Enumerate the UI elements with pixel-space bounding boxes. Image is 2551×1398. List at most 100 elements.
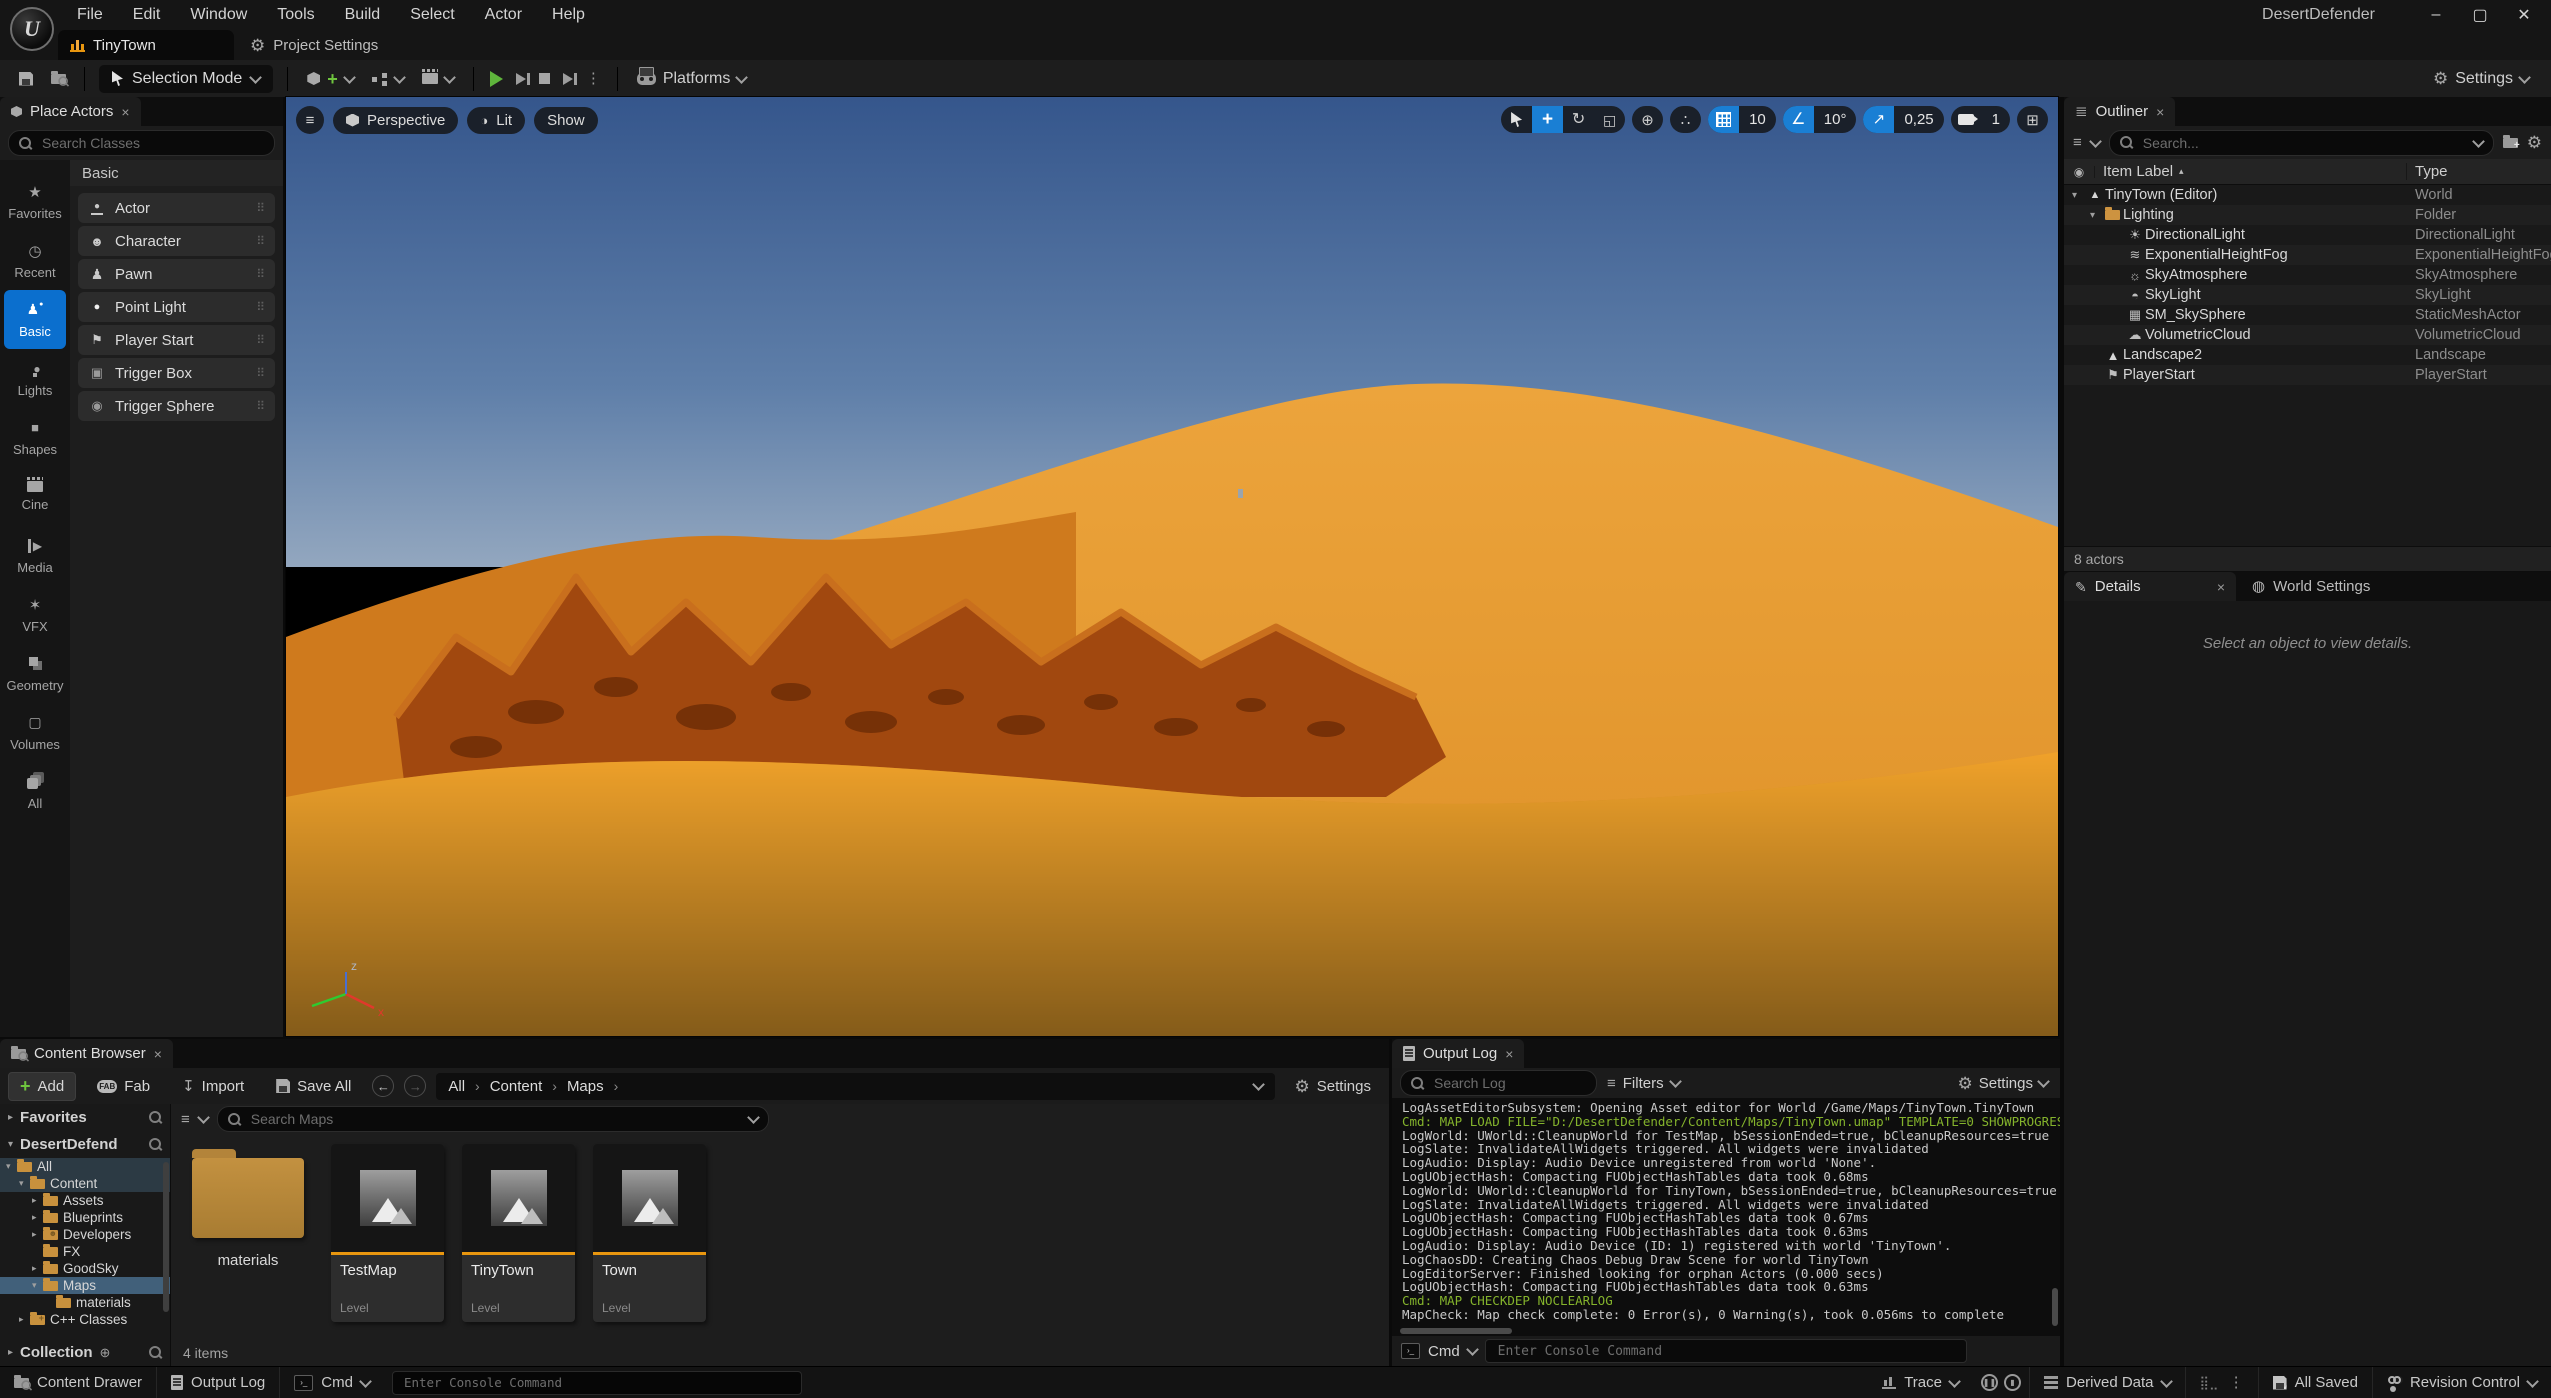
blueprints-dropdown[interactable] (363, 65, 413, 93)
chevron-down-icon[interactable] (2089, 135, 2102, 148)
placeable-actor-item[interactable]: Trigger Sphere ⠿ (78, 391, 275, 421)
search-classes-field[interactable] (40, 134, 264, 152)
vertical-scrollbar[interactable] (2052, 1288, 2058, 1326)
menu-item[interactable]: Help (537, 0, 600, 30)
search-icon[interactable] (149, 1111, 162, 1124)
outliner-search-input[interactable] (2109, 130, 2494, 156)
search-log-input[interactable] (1400, 1070, 1597, 1096)
platforms-dropdown[interactable]: Platforms (628, 65, 756, 93)
close-icon[interactable]: × (154, 1047, 162, 1061)
add-actor-dropdown[interactable]: + (298, 65, 363, 93)
menu-item[interactable]: Build (330, 0, 396, 30)
details-tab[interactable]: ✎ Details × (2064, 572, 2236, 601)
trace-pause-icon[interactable]: ❚❚ (1981, 1374, 1998, 1391)
stop-button[interactable] (539, 73, 550, 84)
show-dropdown[interactable]: Show (534, 107, 598, 134)
grid-snap-value[interactable]: 10 (1739, 106, 1776, 133)
folder-tree-item[interactable]: FX (0, 1243, 170, 1260)
output-log-button[interactable]: Output Log (157, 1367, 279, 1398)
outliner-search-field[interactable] (2141, 134, 2466, 152)
close-button[interactable]: ✕ (2507, 2, 2541, 28)
folder-tree-item[interactable]: Content (0, 1175, 170, 1192)
folder-tree-item[interactable]: C++ Classes (0, 1311, 170, 1328)
category-item[interactable]: Media (4, 526, 66, 585)
save-all-button[interactable]: Save All (265, 1073, 362, 1100)
import-button[interactable]: ↧ Import (171, 1073, 255, 1100)
back-icon[interactable]: ← (372, 1075, 394, 1097)
maximize-button[interactable]: ▢ (2463, 2, 2497, 28)
breadcrumb-label[interactable]: All (448, 1078, 465, 1095)
outliner-row[interactable]: SM_SkySphere StaticMeshActor (2064, 305, 2551, 325)
more-options-icon[interactable]: ⋮ (2229, 1375, 2244, 1390)
folder-tree-item[interactable]: Maps (0, 1277, 170, 1294)
menu-item[interactable]: Edit (118, 0, 176, 30)
search-classes-input[interactable] (8, 130, 275, 156)
placeable-actor-item[interactable]: Pawn ⠿ (78, 259, 275, 289)
TinyTown[interactable]: TinyTown TinyTown Level (462, 1144, 575, 1322)
fab-button[interactable]: FAB Fab (86, 1073, 161, 1100)
add-collection-icon[interactable]: ⊕ (100, 1345, 111, 1361)
minimize-button[interactable]: – (2419, 2, 2453, 28)
soft-selection-button[interactable]: ∴ (1670, 106, 1701, 133)
expander-icon[interactable] (32, 1229, 43, 1240)
expander-icon[interactable] (2090, 210, 2103, 221)
outliner-row[interactable]: SkyAtmosphere SkyAtmosphere (2064, 265, 2551, 285)
category-item[interactable]: Basic (4, 290, 66, 349)
cmd-dropdown[interactable]: ›_ Cmd (280, 1367, 384, 1398)
menu-item[interactable]: File (62, 0, 118, 30)
search-icon[interactable] (149, 1346, 162, 1359)
world-settings-tab[interactable]: ◍ World Settings (2236, 571, 2386, 601)
drag-handle-icon[interactable]: ⠿ (256, 201, 265, 215)
menu-item[interactable]: Select (395, 0, 469, 30)
category-item[interactable]: Shapes (4, 408, 66, 467)
expander-icon[interactable]: ▸ (8, 1112, 13, 1123)
outliner-filter-icon[interactable]: ≡ (2073, 135, 2082, 150)
materials[interactable]: materials materials folder (183, 1144, 313, 1269)
outliner-row[interactable]: TinyTown (Editor) World (2064, 185, 2551, 205)
folder-tree-item[interactable]: GoodSky (0, 1260, 170, 1277)
tab-project-settings[interactable]: ⚙ Project Settings (234, 30, 394, 60)
outliner-row[interactable]: VolumetricCloud VolumetricCloud (2064, 325, 2551, 345)
level-asset-card[interactable]: Town Level (593, 1144, 706, 1322)
new-folder-icon[interactable] (2503, 138, 2518, 148)
placeable-actor-item[interactable]: Trigger Box ⠿ (78, 358, 275, 388)
add-button[interactable]: + Add (8, 1072, 76, 1101)
tree-scrollbar[interactable] (163, 1162, 169, 1312)
expander-icon[interactable] (32, 1280, 43, 1291)
item-label-column-header[interactable]: Item Label▴ (2095, 163, 2406, 180)
folder-tree-item[interactable]: Assets (0, 1192, 170, 1209)
revision-control-dropdown[interactable]: Revision Control (2373, 1367, 2551, 1398)
outliner-row[interactable]: PlayerStart PlayerStart (2064, 365, 2551, 385)
favorites-section-header[interactable]: ▸ Favorites (0, 1104, 170, 1131)
rotation-snap-value[interactable]: 10° (1814, 106, 1857, 133)
collection-section-header[interactable]: ▸ Collection ⊕ (0, 1339, 170, 1366)
save-button[interactable] (10, 65, 42, 93)
drag-handle-icon[interactable]: ⠿ (256, 333, 265, 347)
log-filters-dropdown[interactable]: ≡ Filters (1607, 1075, 1680, 1092)
folder-tree-item[interactable]: materials (0, 1294, 170, 1311)
play-button[interactable] (490, 71, 503, 87)
chevron-down-icon[interactable] (1252, 1078, 1265, 1091)
chevron-down-icon[interactable] (1466, 1343, 1479, 1356)
outliner-tab[interactable]: ≣ Outliner × (2064, 97, 2175, 126)
camera-speed-value[interactable]: 1 (1982, 106, 2010, 133)
console-command-input[interactable] (1485, 1339, 1967, 1363)
chevron-down-icon[interactable] (197, 1111, 210, 1124)
menu-item[interactable]: Actor (470, 0, 537, 30)
rotate-tool-button[interactable]: ↻ (1563, 106, 1594, 133)
category-item[interactable]: Recent (4, 231, 66, 290)
select-tool-button[interactable] (1501, 106, 1532, 133)
project-section-header[interactable]: ▾ DesertDefend (0, 1131, 170, 1158)
drag-handle-icon[interactable]: ⠿ (256, 366, 265, 380)
camera-speed-control[interactable]: 1 (1951, 106, 2010, 133)
chevron-down-icon[interactable] (2472, 135, 2485, 148)
level-asset-card[interactable]: TinyTown Level (462, 1144, 575, 1322)
Town[interactable]: Town Town Level (593, 1144, 706, 1322)
forward-icon[interactable]: → (404, 1075, 426, 1097)
breadcrumb-label[interactable]: Content (490, 1078, 543, 1095)
outliner-settings-icon[interactable]: ⚙ (2527, 134, 2542, 151)
content-browser-settings-dropdown[interactable]: ⚙ Settings (1285, 1078, 1381, 1095)
content-drawer-button[interactable]: Content Drawer (0, 1367, 156, 1398)
search-icon[interactable] (149, 1138, 162, 1151)
tab-tinytown[interactable]: TinyTown (58, 30, 234, 60)
